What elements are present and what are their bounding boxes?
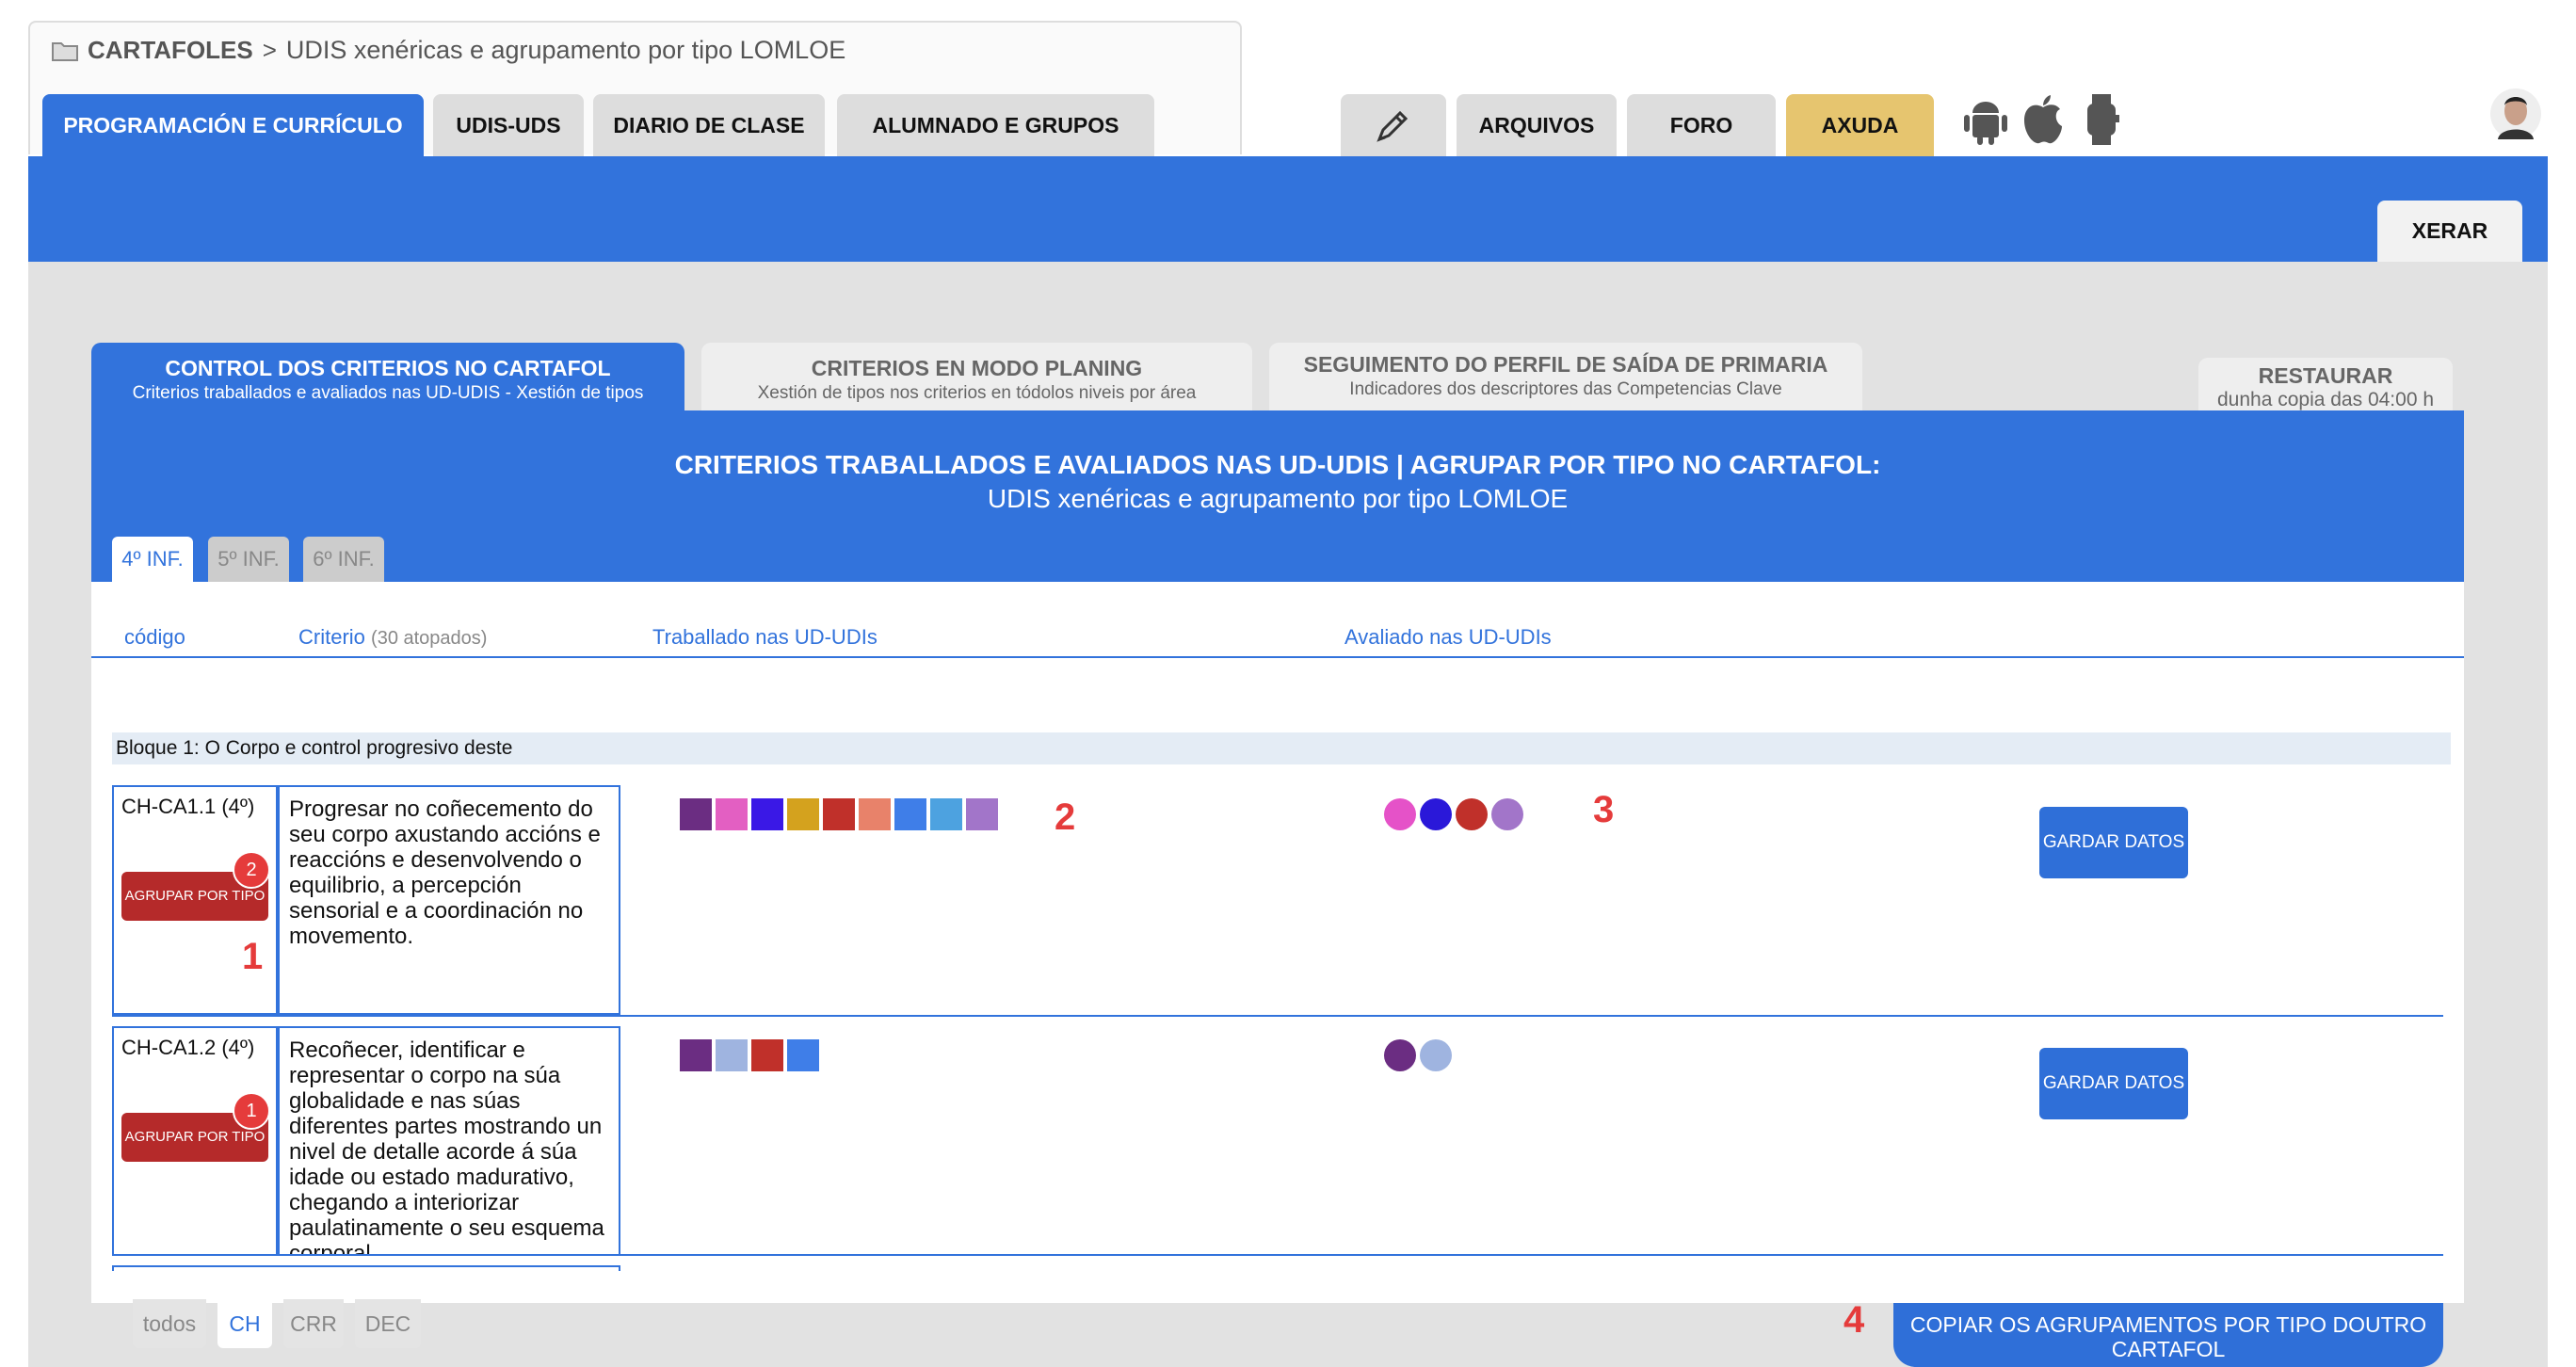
main-toolbar [28, 156, 2548, 262]
panel-heading: CRITERIOS TRABALLADOS E AVALIADOS NAS UD… [91, 450, 2464, 514]
tab-control-criterios-subtitle: Criterios traballados e avaliados nas UD… [132, 383, 644, 403]
tab-modo-planing-title: CRITERIOS EN MODO PLANING [811, 356, 1143, 380]
annotation-1: 1 [242, 936, 264, 977]
type-dot[interactable] [1491, 798, 1523, 830]
criterio-count: (30 atopados) [371, 628, 488, 649]
tab-perfil-saida-subtitle: Indicadores dos descriptores das Compete… [1349, 379, 1782, 399]
copiar-agrupamentos-button[interactable]: COPIAR OS AGRUPAMENTOS POR TIPO DOUTRO C… [1893, 1303, 2443, 1367]
row-divider [112, 1015, 2443, 1017]
type-square[interactable] [787, 798, 819, 830]
android-icon[interactable] [1961, 94, 2010, 147]
tab-restaurar-subtitle: dunha copia das 04:00 h [2216, 389, 2435, 410]
watch-icon[interactable] [2083, 92, 2120, 147]
row-2-code-cell: CH-CA1.2 (4º) AGRUPAR POR TIPO 1 [112, 1026, 278, 1256]
xerar-button[interactable]: XERAR [2377, 201, 2522, 262]
tab-restaurar-title: RESTAURAR [2258, 363, 2393, 388]
breadcrumb-current: UDIS xenéricas e agrupamento por tipo LO… [285, 36, 846, 64]
type-square[interactable] [894, 798, 926, 830]
column-header-codigo[interactable]: código [124, 625, 185, 650]
type-square[interactable] [966, 798, 998, 830]
tab-axuda[interactable]: AXUDA [1786, 94, 1934, 156]
row-2-gardar-button[interactable]: GARDAR DATOS [2039, 1048, 2188, 1119]
row-2-code: CH-CA1.2 (4º) [121, 1036, 255, 1059]
pen-icon [1377, 110, 1409, 142]
type-square[interactable] [716, 798, 748, 830]
tab-arquivos[interactable]: ARQUIVOS [1457, 94, 1617, 156]
tab-diario-de-clase[interactable]: DIARIO DE CLASE [593, 94, 825, 156]
bloque-header: Bloque 1: O Corpo e control progresivo d… [112, 732, 2451, 764]
panel-title: CRITERIOS TRABALLADOS E AVALIADOS NAS UD… [674, 450, 1881, 479]
tab-restaurar[interactable]: RESTAURAR dunha copia das 04:00 h [2198, 358, 2453, 410]
type-square[interactable] [823, 798, 855, 830]
row-1-count-badge: 2 [233, 851, 270, 889]
row-1-code: CH-CA1.1 (4º) [121, 795, 255, 818]
user-avatar[interactable] [2490, 88, 2541, 139]
type-square[interactable] [930, 798, 962, 830]
type-square[interactable] [751, 798, 783, 830]
type-square[interactable] [716, 1039, 748, 1071]
tab-control-criterios-title: CONTROL DOS CRITERIOS NO CARTAFOL [165, 356, 611, 380]
breadcrumb-root[interactable]: CARTAFOLES [88, 36, 253, 65]
filter-dec[interactable]: DEC [355, 1299, 421, 1348]
panel-subtitle: UDIS xenéricas e agrupamento por tipo LO… [987, 484, 1569, 513]
filter-ch[interactable]: CH [217, 1299, 272, 1348]
row-2-criterio-text: Recoñecer, identificar e representar o c… [278, 1026, 620, 1256]
row-2-count-badge: 1 [233, 1092, 270, 1130]
column-header-criterio-label: Criterio [298, 625, 365, 649]
filter-crr[interactable]: CRR [283, 1299, 344, 1348]
breadcrumb-separator: > [262, 36, 277, 64]
tab-udis-uds[interactable]: UDIS-UDS [433, 94, 584, 156]
folder-icon [52, 41, 78, 61]
tab-modo-planing[interactable]: CRITERIOS EN MODO PLANING Xestión de tip… [701, 343, 1252, 410]
grade-tab-5[interactable]: 5º INF. [208, 537, 289, 582]
type-dot[interactable] [1420, 1039, 1452, 1071]
tab-modo-planing-subtitle: Xestión de tipos nos criterios en tódolo… [757, 383, 1197, 403]
type-dot[interactable] [1384, 798, 1416, 830]
column-header-traballado[interactable]: Traballado nas UD-UDIs [652, 625, 877, 650]
breadcrumb: CARTAFOLES > UDIS xenéricas e agrupament… [52, 36, 845, 65]
tab-perfil-saida[interactable]: SEGUIMENTO DO PERFIL DE SAÍDA DE PRIMARI… [1269, 343, 1862, 410]
annotation-3: 3 [1593, 789, 1615, 830]
row-1-criterio-text: Progresar no coñecemento do seu corpo ax… [278, 785, 620, 1015]
annotation-2: 2 [1055, 796, 1076, 838]
scroll-fade [91, 1271, 2464, 1303]
tab-perfil-saida-title: SEGUIMENTO DO PERFIL DE SAÍDA DE PRIMARI… [1303, 352, 1828, 377]
row-divider [112, 1254, 2443, 1256]
type-dot[interactable] [1384, 1039, 1416, 1071]
grade-tab-6[interactable]: 6º INF. [303, 537, 384, 582]
column-header-avaliado[interactable]: Avaliado nas UD-UDIs [1344, 625, 1552, 650]
type-square[interactable] [859, 798, 891, 830]
row-1-gardar-button[interactable]: GARDAR DATOS [2039, 807, 2188, 878]
annotation-4: 4 [1843, 1299, 1865, 1341]
type-square[interactable] [680, 798, 712, 830]
type-square[interactable] [680, 1039, 712, 1071]
edit-tab[interactable] [1341, 94, 1446, 156]
type-square[interactable] [787, 1039, 819, 1071]
tab-foro[interactable]: FORO [1627, 94, 1776, 156]
tab-programacion[interactable]: PROGRAMACIÓN E CURRÍCULO [42, 94, 424, 156]
column-header-criterio[interactable]: Criterio (30 atopados) [298, 625, 487, 650]
apple-icon[interactable] [2021, 92, 2066, 147]
filter-todos[interactable]: todos [133, 1299, 206, 1348]
type-dot[interactable] [1420, 798, 1452, 830]
grade-tab-4[interactable]: 4º INF. [112, 537, 193, 582]
row-1-code-cell: CH-CA1.1 (4º) AGRUPAR POR TIPO 2 1 [112, 785, 278, 1015]
tab-alumnado-e-grupos[interactable]: ALUMNADO E GRUPOS [837, 94, 1154, 156]
header-divider [91, 656, 2464, 658]
type-square[interactable] [751, 1039, 783, 1071]
tab-control-criterios[interactable]: CONTROL DOS CRITERIOS NO CARTAFOL Criter… [91, 343, 684, 410]
type-dot[interactable] [1456, 798, 1488, 830]
